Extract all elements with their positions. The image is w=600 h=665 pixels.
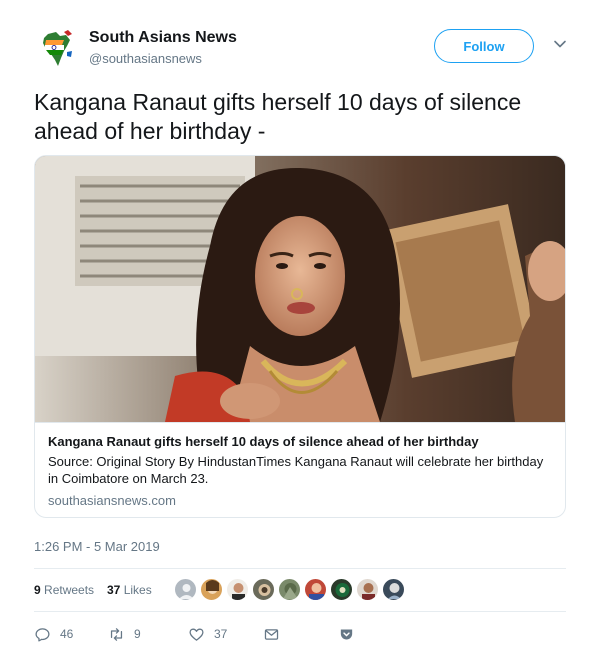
- liker-avatar[interactable]: [226, 578, 249, 601]
- avatar-image: [335, 583, 350, 597]
- reply-count: 46: [60, 627, 74, 641]
- link-preview-card[interactable]: Kangana Ranaut gifts herself 10 days of …: [34, 155, 566, 518]
- retweet-icon: [110, 627, 123, 641]
- tweet-timestamp[interactable]: 1:26 PM - 5 Mar 2019: [34, 539, 160, 554]
- tweet-stats: 9 Retweets 37 Likes: [34, 568, 566, 612]
- avatar-image: [388, 583, 401, 599]
- envelope-icon: [264, 628, 279, 640]
- liker-avatar[interactable]: [278, 578, 301, 601]
- liker-avatar[interactable]: [252, 578, 275, 601]
- like-count: 37: [214, 627, 228, 641]
- avatar-image: [283, 583, 298, 599]
- retweets-label: Retweets: [44, 583, 95, 597]
- tweet-text: Kangana Ranaut gifts herself 10 days of …: [34, 89, 522, 144]
- pocket-action[interactable]: [338, 624, 364, 644]
- liker-avatar[interactable]: [356, 578, 379, 601]
- likes-count: 37: [107, 583, 121, 597]
- card-description: Source: Original Story By HindustanTimes…: [48, 454, 544, 486]
- liker-avatar[interactable]: [174, 578, 197, 601]
- retweet-count: 9: [134, 627, 141, 641]
- like-action[interactable]: 37: [188, 624, 227, 644]
- chevron-down-icon[interactable]: [552, 36, 568, 52]
- follow-button[interactable]: Follow: [434, 29, 534, 63]
- liker-avatar[interactable]: [200, 578, 223, 601]
- avatar-image: [309, 583, 324, 600]
- liker-avatar[interactable]: [382, 578, 405, 601]
- retweet-action[interactable]: 9: [108, 624, 141, 644]
- heart-icon: [189, 628, 204, 641]
- direct-message-action[interactable]: [263, 624, 289, 644]
- likes-stat[interactable]: 37 Likes: [107, 583, 152, 597]
- tweet-header: South Asians News @southasiansnews Follo…: [34, 24, 574, 76]
- card-photo: [35, 156, 565, 422]
- likers-avatars: [174, 578, 408, 602]
- retweets-stat[interactable]: 9 Retweets: [34, 583, 94, 597]
- card-body: Kangana Ranaut gifts herself 10 days of …: [35, 422, 565, 517]
- reply-action[interactable]: 46: [34, 624, 73, 644]
- card-title: Kangana Ranaut gifts herself 10 days of …: [48, 434, 479, 449]
- likes-label: Likes: [123, 583, 152, 597]
- reply-icon: [35, 627, 50, 642]
- avatar-image: [362, 583, 375, 600]
- avatar-image: [232, 583, 245, 600]
- card-image: [35, 156, 565, 422]
- default-user-icon: [179, 584, 194, 599]
- tweet-actions: 46 9 37: [34, 624, 566, 648]
- author-handle[interactable]: @southasiansnews: [89, 51, 202, 66]
- pocket-icon: [340, 629, 353, 639]
- card-domain: southasiansnews.com: [48, 493, 176, 508]
- avatar-image: [258, 584, 271, 596]
- avatar-image: [206, 580, 219, 594]
- author-name[interactable]: South Asians News: [89, 29, 237, 47]
- retweets-count: 9: [34, 583, 41, 597]
- liker-avatar[interactable]: [330, 578, 353, 601]
- south-asia-map-flag-icon: [34, 24, 82, 72]
- liker-avatar[interactable]: [304, 578, 327, 601]
- author-avatar[interactable]: [34, 24, 82, 72]
